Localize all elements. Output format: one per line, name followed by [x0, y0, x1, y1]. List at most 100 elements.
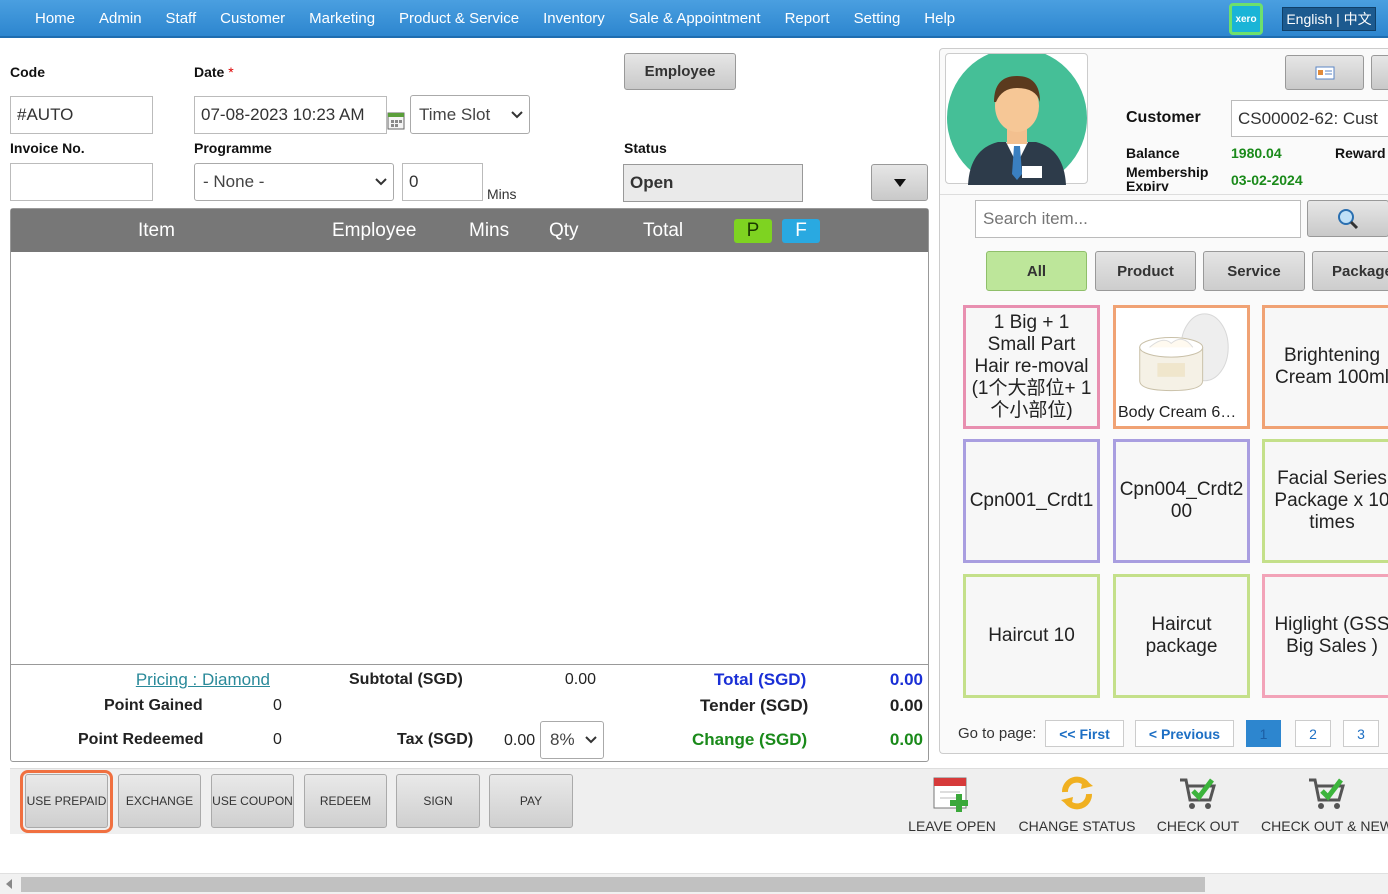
xero-logo-icon[interactable]: xero — [1229, 3, 1263, 35]
status-label: Status — [624, 140, 667, 156]
calendar-add-icon — [933, 777, 968, 812]
tab-product[interactable]: Product — [1095, 251, 1196, 291]
customer-input[interactable]: CS00002-62: Cust — [1231, 100, 1388, 137]
balance-value: 1980.04 — [1231, 145, 1282, 161]
nav-staff[interactable]: Staff — [166, 10, 197, 27]
date-label: Date * — [194, 64, 234, 80]
change-label: Change (SGD) — [692, 730, 808, 749]
product-tile[interactable]: Cpn004_Crdt200 — [1113, 439, 1250, 563]
product-tile[interactable]: Facial Series Package x 10 times — [1262, 439, 1388, 563]
avatar[interactable] — [945, 48, 1088, 188]
page-2-button[interactable]: 2 — [1295, 720, 1331, 747]
check-out-button[interactable]: CHECK OUT — [1156, 774, 1240, 834]
tab-package[interactable]: Package — [1312, 251, 1388, 291]
chevron-down-icon — [585, 736, 597, 744]
language-switch[interactable]: English | 中文 — [1282, 7, 1376, 31]
product-tile[interactable]: Body Cream 6… — [1113, 305, 1250, 429]
product-tile[interactable]: Higlight (GSS Big Sales ) — [1262, 574, 1388, 698]
product-tile-label: Body Cream 6… — [1118, 404, 1237, 422]
invoice-input[interactable] — [10, 163, 153, 201]
tax-label: Tax (SGD) — [397, 731, 474, 748]
time-slot-select[interactable]: Time Slot — [410, 95, 530, 134]
top-navigation-bar: Home Admin Staff Customer Marketing Prod… — [0, 0, 1388, 38]
time-slot-value: Time Slot — [419, 104, 491, 124]
nav-marketing[interactable]: Marketing — [309, 10, 375, 27]
mins-label: Mins — [487, 186, 517, 202]
tender-label: Tender (SGD) — [700, 696, 809, 715]
code-label: Code — [10, 64, 45, 80]
sign-button[interactable]: SIGN — [396, 774, 480, 828]
scroll-left-arrow-icon[interactable] — [5, 879, 13, 889]
tab-service[interactable]: Service — [1203, 251, 1305, 291]
status-field: Open — [623, 164, 803, 202]
leave-open-label: LEAVE OPEN — [908, 818, 996, 834]
search-input[interactable] — [975, 200, 1301, 238]
redeem-button[interactable]: REDEEM — [304, 774, 387, 828]
date-input[interactable]: 07-08-2023 10:23 AM — [194, 96, 387, 134]
column-item: Item — [138, 220, 175, 241]
customer-card-button[interactable] — [1285, 55, 1364, 90]
nav-report[interactable]: Report — [785, 10, 830, 27]
product-tile[interactable]: Brightening Cream 100ml — [1262, 305, 1388, 429]
tax-value: 0.00 — [504, 732, 536, 749]
p-badge[interactable]: P — [734, 219, 772, 243]
change-status-label: CHANGE STATUS — [1018, 818, 1136, 834]
page-1-button[interactable]: 1 — [1246, 720, 1281, 747]
check-out-new-button[interactable]: CHECK OUT & NEW — [1261, 774, 1388, 834]
use-coupon-button[interactable]: USE COUPON — [211, 774, 294, 828]
product-tile[interactable]: 1 Big + 1 Small Part Hair re-moval (1个大部… — [963, 305, 1100, 429]
point-gained-label: Point Gained — [104, 697, 203, 714]
tab-all[interactable]: All — [986, 251, 1087, 291]
page-3-button[interactable]: 3 — [1343, 720, 1379, 747]
previous-page-button[interactable]: < Previous — [1135, 720, 1234, 747]
pay-button[interactable]: PAY — [489, 774, 573, 828]
status-dropdown-button[interactable] — [871, 164, 928, 201]
total-label: Total (SGD) — [714, 670, 807, 689]
first-page-button[interactable]: << First — [1045, 720, 1124, 747]
more-button[interactable] — [1371, 55, 1388, 90]
programme-select[interactable]: - None - — [194, 163, 394, 201]
nav-product-service[interactable]: Product & Service — [399, 10, 519, 27]
goto-page-label: Go to page: — [958, 725, 1037, 742]
use-prepaid-button[interactable]: USE PREPAID — [25, 774, 108, 828]
mins-input[interactable]: 0 — [402, 163, 483, 201]
customer-catalog-panel: Customer CS00002-62: Cust Balance 1980.0… — [939, 48, 1388, 754]
customer-avatar-icon — [947, 48, 1087, 188]
tax-rate-select[interactable]: 8% — [540, 721, 604, 759]
reward-label: Reward — [1335, 145, 1386, 161]
table-summary: Pricing : Diamond Subtotal (SGD) 0.00 To… — [11, 664, 928, 761]
nav-home[interactable]: Home — [35, 10, 75, 27]
f-badge[interactable]: F — [782, 219, 820, 243]
exchange-button[interactable]: EXCHANGE — [118, 774, 201, 828]
change-status-button[interactable]: CHANGE STATUS — [1019, 774, 1135, 834]
subtotal-label: Subtotal (SGD) — [349, 671, 463, 688]
membership-expiry-label: Membership Expiry — [1126, 165, 1209, 191]
tax-rate-value: 8% — [550, 730, 575, 749]
calendar-icon[interactable] — [387, 110, 405, 130]
programme-value: - None - — [203, 172, 265, 191]
product-tile[interactable]: Cpn001_Crdt1 — [963, 439, 1100, 563]
refresh-icon — [1061, 776, 1093, 810]
balance-label: Balance — [1126, 145, 1180, 161]
code-input[interactable]: #AUTO — [10, 96, 153, 134]
product-tile[interactable]: Haircut package — [1113, 574, 1250, 698]
employee-button[interactable]: Employee — [624, 53, 736, 90]
nav-setting[interactable]: Setting — [854, 10, 901, 27]
table-body — [11, 252, 928, 664]
horizontal-scrollbar[interactable] — [0, 873, 1388, 894]
tender-value: 0.00 — [889, 696, 923, 715]
product-tile[interactable]: Haircut 10 — [963, 574, 1100, 698]
nav-sale-appointment[interactable]: Sale & Appointment — [629, 10, 761, 27]
nav-admin[interactable]: Admin — [99, 10, 142, 27]
membership-expiry-value: 03-02-2024 — [1231, 172, 1303, 188]
column-qty: Qty — [549, 220, 579, 241]
nav-customer[interactable]: Customer — [220, 10, 285, 27]
pricing-link[interactable]: Pricing : Diamond — [132, 670, 270, 690]
point-redeemed-value: 0 — [273, 731, 282, 748]
scrollbar-thumb[interactable] — [21, 877, 1205, 892]
nav-help[interactable]: Help — [924, 10, 955, 27]
nav-inventory[interactable]: Inventory — [543, 10, 605, 27]
search-button[interactable] — [1307, 200, 1388, 237]
check-out-label: CHECK OUT — [1156, 818, 1240, 834]
leave-open-button[interactable]: LEAVE OPEN — [908, 774, 996, 834]
